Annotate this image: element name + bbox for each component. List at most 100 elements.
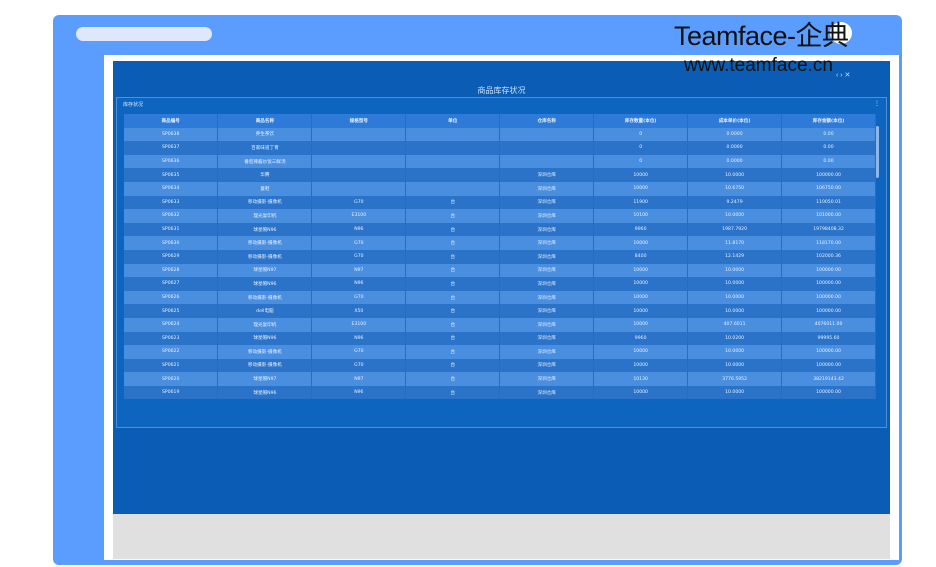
table-cell: 100000.00 (781, 263, 876, 278)
table-cell: 台 (405, 317, 501, 332)
table-row[interactable]: SP0620 球星帽N97 N97 台深圳仓库 10130 3776.5952 382191… (124, 372, 876, 386)
table-cell (311, 168, 407, 182)
table-scrollbar[interactable] (876, 126, 879, 178)
more-vertical-icon[interactable]: ⋮ (874, 100, 880, 107)
table-row[interactable]: SP0623 球星帽N96 N96 台深圳仓库 9960 10.0200 99995.60 (124, 331, 876, 346)
table-cell: SP0638 (124, 127, 219, 142)
table-row[interactable]: SP0621 移动摄影-摄像机 G70 台深圳仓库 10000 10.0000 100000… (124, 358, 876, 373)
table-cell: 0 (593, 127, 689, 142)
table-cell: 10.0000 (687, 290, 783, 305)
inventory-panel: 库存状况 ⋮ 商品编号 商品名称 规格型号 单位 仓库名称 库存数量(本位) 成本单价(本位… (116, 97, 887, 428)
table-cell: 102000.36 (781, 249, 876, 264)
column-header[interactable]: 单位 (405, 114, 501, 128)
table-cell: 深圳仓库 (499, 304, 595, 318)
column-header[interactable]: 规格型号 (311, 114, 407, 128)
table-cell: SP0630 (124, 236, 219, 250)
table-cell: 球星帽N96 (217, 277, 313, 291)
table-row[interactable]: SP0632 理光复印机 E3100 台深圳仓库 10100 10.0000 101000.… (124, 209, 876, 223)
table-cell: SP0634 (124, 181, 219, 196)
table-cell (499, 127, 595, 142)
table-cell: 100000.00 (781, 277, 876, 291)
column-header[interactable]: 商品名称 (217, 114, 313, 128)
table-cell (311, 181, 407, 196)
table-cell: 深圳仓库 (499, 209, 595, 223)
table-row[interactable]: SP0631 球星帽N96 N96 台深圳仓库 9960 1987.7920 1979840… (124, 222, 876, 237)
table-cell: SP0624 (124, 317, 219, 332)
table-cell: 100000.00 (781, 290, 876, 305)
table-row[interactable]: SP0638 养生茶饮 0 0.0000 0.00 (124, 127, 876, 142)
table-row[interactable]: SP0630 移动摄影-摄像机 G70 台深圳仓库 10000 11.8170 118170… (124, 236, 876, 250)
table-row[interactable]: SP0637 百家味道丁青 0 0.0000 0.00 (124, 141, 876, 155)
table-cell: 10000 (593, 168, 689, 182)
table-cell: E3100 (311, 209, 407, 223)
table-row[interactable]: SP0633 移动摄影-摄像机 G70 台深圳仓库 11900 9.2479 110050.… (124, 195, 876, 210)
table-cell: N96 (311, 331, 407, 346)
watermark-url: www.teamface.cn (684, 55, 833, 76)
table-cell: 118170.00 (781, 236, 876, 250)
table-row[interactable]: SP0629 移动摄影-摄像机 G70 台深圳仓库 8400 12.1429 102000.… (124, 249, 876, 264)
watermark-brand: Teamface-企典 (674, 21, 849, 51)
column-header[interactable]: 商品编号 (124, 114, 219, 128)
table-cell: 10000 (593, 358, 689, 373)
table-cell: 番茄辣酱炒饭三鲜汤 (217, 154, 313, 169)
table-cell: SP0619 (124, 385, 219, 400)
table-cell: G70 (311, 195, 407, 210)
table-cell: 深圳仓库 (499, 385, 595, 400)
table-cell: 0.00 (781, 154, 876, 169)
table-cell: 0 (593, 154, 689, 169)
table-row[interactable]: SP0635 华腾 深圳仓库 10000 10.0000 100000.00 (124, 168, 876, 182)
table-cell: 深圳仓库 (499, 222, 595, 237)
table-cell: 10000 (593, 263, 689, 278)
column-header[interactable]: 库存数量(本位) (593, 114, 689, 128)
table-cell: 理光复印机 (217, 317, 313, 332)
table-row[interactable]: SP0636 番茄辣酱炒饭三鲜汤 0 0.0000 0.00 (124, 154, 876, 169)
table-cell: 10.0000 (687, 358, 783, 373)
table-cell: SP0625 (124, 304, 219, 318)
table-cell (405, 168, 501, 182)
table-cell: 台 (405, 304, 501, 318)
table-row[interactable]: SP0625 dell电脑 X50 台深圳仓库 10000 10.0000 100000.0… (124, 304, 876, 318)
table-cell: 0.00 (781, 127, 876, 142)
table-cell: 0.0000 (687, 141, 783, 155)
column-header[interactable]: 成本单价(本位) (687, 114, 783, 128)
table-row[interactable]: SP0619 球星帽N96 N96 台深圳仓库 10000 10.0000 100000.0… (124, 385, 876, 400)
table-cell: 0 (593, 141, 689, 155)
table-cell: 台 (405, 263, 501, 278)
table-cell: 童鞋 (217, 181, 313, 196)
table-cell (311, 141, 407, 155)
table-row[interactable]: SP0626 移动摄影-摄像机 G70 台深圳仓库 10000 10.0000 100000… (124, 290, 876, 305)
table-cell: 11900 (593, 195, 689, 210)
table-row[interactable]: SP0628 球星帽N97 N97 台深圳仓库 10000 10.0000 100000.0… (124, 263, 876, 278)
table-cell: 106750.00 (781, 181, 876, 196)
table-cell: SP0635 (124, 168, 219, 182)
column-header[interactable]: 仓库名称 (499, 114, 595, 128)
table-cell: 12.1429 (687, 249, 783, 264)
table-cell: 10.0000 (687, 168, 783, 182)
table-cell (311, 127, 407, 142)
table-cell: 台 (405, 372, 501, 386)
table-cell: 1987.7920 (687, 222, 783, 237)
table-cell: 台 (405, 290, 501, 305)
table-row[interactable]: SP0627 球星帽N96 N96 台深圳仓库 10000 10.0000 100000.0… (124, 277, 876, 291)
table-cell: 台 (405, 345, 501, 359)
table-cell: SP0633 (124, 195, 219, 210)
table-row[interactable]: SP0622 移动摄影-摄像机 G70 台深圳仓库 10000 10.0000 100000… (124, 345, 876, 359)
table-row[interactable]: SP0624 理光复印机 E3100 台深圳仓库 10000 407.6011 407601… (124, 317, 876, 332)
table-cell: 台 (405, 222, 501, 237)
table-cell: G70 (311, 358, 407, 373)
table-cell (499, 141, 595, 155)
table-cell: E3100 (311, 317, 407, 332)
table-cell: 移动摄影-摄像机 (217, 290, 313, 305)
table-cell: 移动摄影-摄像机 (217, 195, 313, 210)
column-header[interactable]: 库存金额(本位) (781, 114, 876, 128)
table-row[interactable]: SP0634 童鞋 深圳仓库 10000 10.6750 106750.00 (124, 181, 876, 196)
table-cell: 台 (405, 331, 501, 346)
table-cell: 0.0000 (687, 127, 783, 142)
table-cell: 19798408.32 (781, 222, 876, 237)
table-cell: 深圳仓库 (499, 195, 595, 210)
table-cell: 10000 (593, 277, 689, 291)
address-bar[interactable] (76, 27, 212, 41)
window-controls[interactable]: ‹ › ✕ (836, 71, 850, 79)
table-cell: 10.0000 (687, 209, 783, 223)
table-cell: 9.2479 (687, 195, 783, 210)
